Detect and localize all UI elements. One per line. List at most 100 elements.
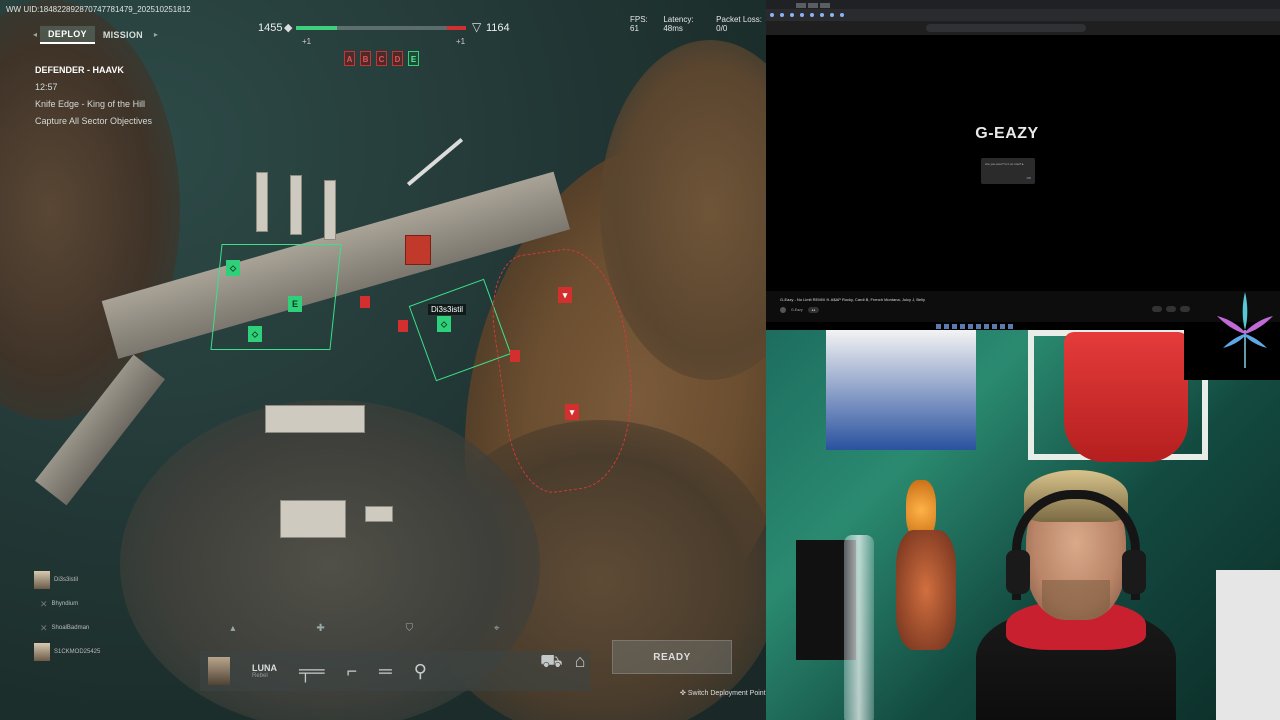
taskbar-icon[interactable] (992, 323, 997, 329)
objective-d: D (392, 51, 403, 66)
game-window[interactable]: ⬦ ⬦ E ⬦ ▾ ▾ Di3s3istil WW UID:1848228928… (0, 0, 766, 720)
enemy-objective-marker (360, 296, 370, 308)
squad-member[interactable]: ✕ Bhyndium (34, 592, 100, 616)
video-actions (1152, 306, 1190, 312)
leaf-logo-icon (1217, 292, 1273, 368)
share-button[interactable] (1166, 306, 1176, 312)
browser-tab[interactable] (820, 3, 830, 8)
dam-tower (324, 180, 336, 240)
bookmark-icon[interactable] (790, 13, 794, 17)
wall-poster (826, 330, 976, 450)
objective-e-marker[interactable]: E (288, 296, 302, 312)
save-button[interactable] (1180, 306, 1190, 312)
dialog-text: Are you sure? Is it on now? ▸ (985, 162, 1024, 166)
taskbar-icon[interactable] (968, 323, 973, 329)
friendly-spawn-marker[interactable]: ⬦ (437, 316, 451, 332)
lower-building (265, 405, 365, 433)
bookmark-icon[interactable] (820, 13, 824, 17)
match-timer: 12:57 (35, 82, 58, 92)
taskbar-icon[interactable] (960, 323, 965, 329)
switch-deployment-point[interactable]: ✜ Switch Deployment Point (680, 689, 766, 697)
browser-window[interactable]: G-EAZY Are you sure? Is it on now? ▸ OK … (766, 0, 1280, 329)
bookmarks-bar (766, 9, 1280, 21)
operator-portrait[interactable] (208, 657, 230, 685)
friendly-spawn-marker[interactable]: ⬦ (248, 326, 262, 342)
bookmark-icon[interactable] (840, 13, 844, 17)
enemy-objective-marker (398, 320, 408, 332)
squad-member-name: ShoalBadman (51, 625, 90, 631)
plus-icon: ✚ (316, 623, 325, 634)
taskbar-icon[interactable] (1008, 323, 1013, 329)
bookmark-icon[interactable] (800, 13, 804, 17)
taskbar-icon[interactable] (984, 323, 989, 329)
gadget-icon[interactable]: ⚲ (414, 661, 427, 682)
bookmark-icon[interactable] (830, 13, 834, 17)
dialog-ok-button[interactable]: OK (1027, 176, 1031, 180)
network-stats: FPS: 61 Latency: 48ms Packet Loss: 0/0 (630, 15, 766, 33)
score-track (296, 26, 466, 30)
squad-member[interactable]: Di3s3istil (34, 568, 100, 592)
target-icon[interactable]: ⌖ (494, 623, 500, 641)
friendly-progress-bar (296, 26, 337, 30)
avatar (34, 571, 50, 589)
browser-tab-strip[interactable] (766, 0, 1280, 9)
pistol-icon[interactable]: ⌐ (347, 661, 358, 682)
address-bar[interactable] (926, 24, 1086, 32)
switch-deployment-label: Switch Deployment Point (687, 690, 766, 697)
objective-status: A B C D E (344, 51, 419, 66)
channel-name[interactable]: G-Eazy (791, 308, 803, 312)
taskbar-icon[interactable] (944, 323, 949, 329)
friendly-spawn-marker[interactable]: ⬦ (226, 260, 240, 276)
enemy-team-icon: ▽ (472, 20, 482, 34)
taskbar-icon[interactable] (936, 323, 941, 329)
plant-building (280, 500, 346, 538)
ready-button[interactable]: READY (612, 640, 732, 674)
enemy-progress-bar (447, 26, 466, 30)
channel-row: G-Eazy ●● (780, 305, 1280, 315)
shield-icon: ⛉ (405, 623, 414, 634)
squad-member-name: Di3s3istil (54, 577, 79, 583)
browser-tab[interactable] (796, 3, 806, 8)
taskbar-icon[interactable] (976, 323, 981, 329)
objective-a: A (344, 51, 355, 66)
rifle-icon[interactable]: ╤═ (299, 661, 325, 682)
bookmark-icon[interactable] (810, 13, 814, 17)
loadout-slots: LUNA Rebel ╤═ ⌐ ═ ⚲ (200, 651, 590, 691)
player-tag-label: Di3s3istil (428, 304, 467, 315)
dpad-icon: ✜ (680, 690, 688, 697)
vehicle-icon[interactable]: ⛟ (540, 651, 563, 675)
objective-e: E (408, 51, 419, 66)
location-pin-icon[interactable]: ⌂ (575, 651, 586, 675)
friendly-team-icon: ◆ (284, 22, 293, 34)
bookmark-icon[interactable] (770, 13, 774, 17)
squad-member-name: Bhyndium (51, 601, 79, 607)
headset-earcup (1122, 550, 1146, 594)
browser-tab[interactable] (808, 3, 818, 8)
tab-deploy[interactable]: DEPLOY (40, 26, 95, 44)
taskbar-icon[interactable] (952, 323, 957, 329)
launcher-icon[interactable]: ═ (379, 661, 392, 682)
taskbar-icon[interactable] (1000, 323, 1005, 329)
enemy-score: 1164 (486, 22, 510, 34)
mission-info: DEFENDER - HAAVK 12:57 Knife Edge - King… (35, 62, 152, 130)
bookmark-icon[interactable] (780, 13, 784, 17)
headset-earcup (1006, 550, 1030, 594)
latency-readout: Latency: 48ms (663, 15, 694, 33)
mission-role: DEFENDER - HAAVK (35, 65, 124, 75)
channel-avatar[interactable] (780, 307, 786, 313)
bumper-left-icon: ◂ (32, 30, 37, 39)
mission-objective: Capture All Sector Objectives (35, 116, 153, 126)
like-button[interactable] (1152, 306, 1162, 312)
red-jersey (1064, 332, 1188, 462)
squad-member[interactable]: ✕ ShoalBadman (34, 616, 100, 640)
streamer (966, 470, 1186, 720)
glass-bong (844, 535, 874, 720)
enemy-marker: ▾ (558, 287, 572, 303)
red-building (405, 235, 431, 265)
tab-mission[interactable]: MISSION (95, 27, 151, 43)
video-title[interactable]: G-Eazy - No Limit REMIX ft. A$AP Rocky, … (780, 297, 925, 302)
video-player[interactable]: G-EAZY Are you sure? Is it on now? ▸ OK (766, 35, 1280, 291)
map-mode: Knife Edge - King of the Hill (35, 99, 146, 109)
subscribe-button[interactable]: ●● (807, 307, 820, 313)
squad-member[interactable]: S1CKMOD25425 (34, 640, 100, 664)
